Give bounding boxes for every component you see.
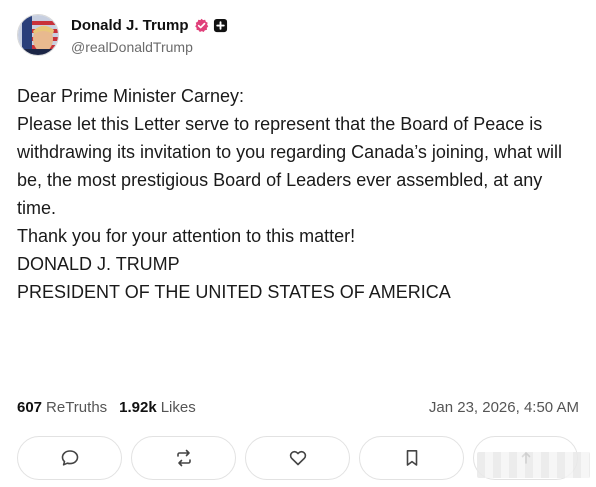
retruths-label: ReTruths <box>46 399 108 416</box>
reply-icon <box>61 450 78 466</box>
likes-label: Likes <box>160 399 196 416</box>
author-handle[interactable]: @realDonaldTrump <box>71 39 228 55</box>
post-stats: 607 ReTruths 1.92k Likes Jan 23, 2026, 4:5… <box>17 399 579 416</box>
like-heart-icon <box>289 450 306 466</box>
likes-stat[interactable]: 1.92k Likes <box>119 399 196 416</box>
verified-badge-icon <box>194 18 209 33</box>
avatar-image <box>18 15 58 55</box>
reply-button[interactable] <box>17 436 122 480</box>
avatar[interactable] <box>17 14 59 56</box>
like-button[interactable] <box>245 436 350 480</box>
plus-square-icon <box>213 18 228 33</box>
post-salutation: Dear Prime Minister Carney: <box>17 86 245 106</box>
post-timestamp[interactable]: Jan 23, 2026, 4:50 AM <box>429 399 579 416</box>
retruth-icon <box>176 449 191 467</box>
post-paragraph: Please let this Letter serve to represen… <box>17 114 562 218</box>
post-paragraph: Thank you for your attention to this mat… <box>17 226 356 246</box>
bookmark-icon <box>406 450 417 466</box>
blurred-overlay <box>477 452 590 478</box>
post-body: Dear Prime Minister Carney: Please let t… <box>17 82 582 306</box>
likes-count: 1.92k <box>119 399 157 416</box>
name-row: Donald J. Trump <box>71 16 228 36</box>
post-card: Donald J. Trump @realDonaldTrump Dear Pr… <box>0 0 596 487</box>
signature-name: DONALD J. TRUMP <box>17 254 180 274</box>
retruths-stat[interactable]: 607 ReTruths <box>17 399 107 416</box>
retruth-button[interactable] <box>131 436 236 480</box>
bookmark-button[interactable] <box>359 436 464 480</box>
author-block: Donald J. Trump @realDonaldTrump <box>71 16 228 55</box>
post-header: Donald J. Trump @realDonaldTrump <box>17 14 228 56</box>
author-display-name[interactable]: Donald J. Trump <box>71 17 189 34</box>
retruths-count: 607 <box>17 399 43 416</box>
signature-title: PRESIDENT OF THE UNITED STATES OF AMERIC… <box>17 282 451 302</box>
